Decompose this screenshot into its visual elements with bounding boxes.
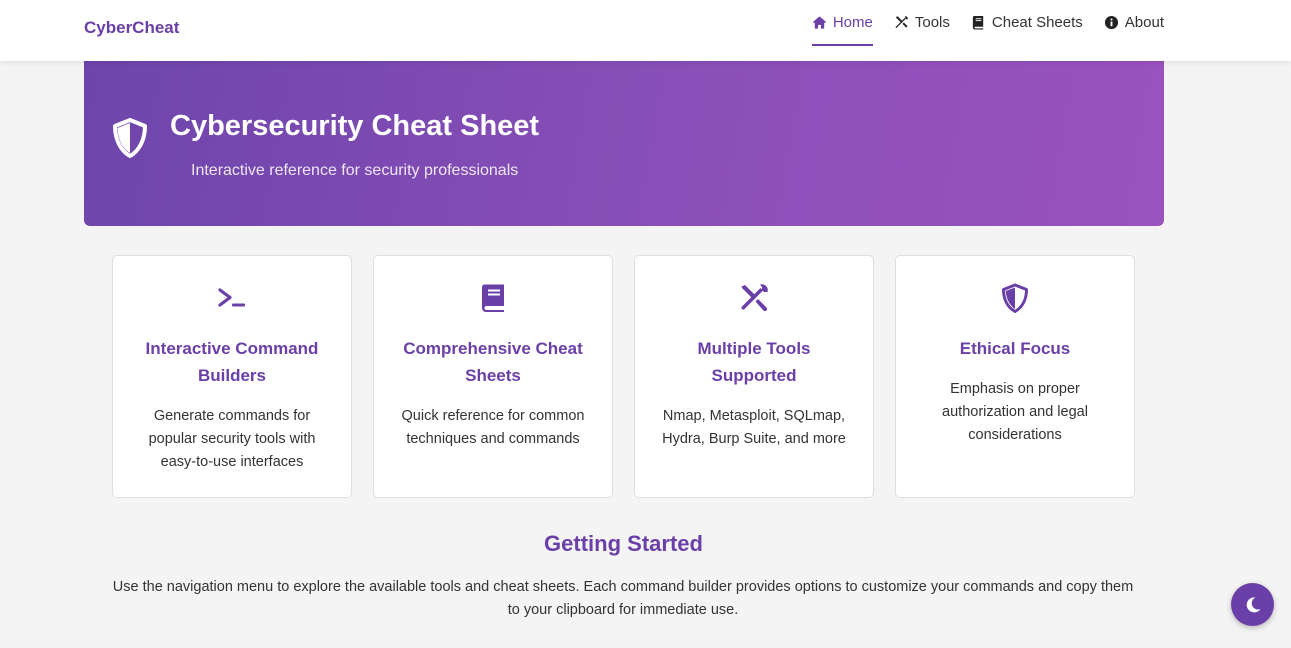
nav-label-tools: Tools	[914, 13, 950, 31]
shield-icon	[113, 118, 147, 158]
home-icon	[812, 15, 826, 29]
tools-icon	[895, 15, 908, 28]
feature-title: Multiple Tools Supported	[697, 339, 811, 385]
feature-title: Ethical Focus	[959, 339, 1071, 358]
nav-label-cheat-sheets: Cheat Sheets	[991, 13, 1083, 31]
feature-description: Emphasis on proper authorization and leg…	[942, 381, 1088, 443]
nav-item-about[interactable]: About	[1104, 0, 1164, 46]
nav-links: Home Tools Cheat Sheets About	[791, 0, 1164, 61]
brand-logo[interactable]: CyberCheat	[84, 18, 179, 38]
hero-title: Cybersecurity Cheat Sheet	[170, 110, 540, 142]
nav-item-cheat-sheets[interactable]: Cheat Sheets	[971, 0, 1083, 46]
feature-description: Nmap, Metasploit, SQLmap, Hydra, Burp Su…	[662, 408, 846, 447]
feature-card-multiple-tools: Multiple Tools Supported Nmap, Metasploi…	[634, 255, 874, 498]
getting-started-title: Getting Started	[544, 531, 703, 556]
terminal-icon	[218, 288, 245, 307]
book-icon	[482, 284, 504, 312]
feature-description: Quick reference for common techniques an…	[401, 408, 585, 447]
nav-item-tools[interactable]: Tools	[894, 0, 950, 46]
feature-card-ethical-focus: Ethical Focus Emphasis on proper authori…	[895, 255, 1135, 498]
feature-card-command-builders: Interactive Command Builders Generate co…	[112, 255, 352, 498]
shield-icon	[1002, 283, 1028, 313]
feature-description: Generate commands for popular security t…	[148, 408, 316, 470]
getting-started-text: Use the navigation menu to explore the a…	[112, 579, 1134, 618]
nav-label-about: About	[1124, 13, 1164, 31]
feature-card-cheat-sheets: Comprehensive Cheat Sheets Quick referen…	[373, 255, 613, 498]
moon-icon	[1246, 596, 1260, 612]
hero-banner: Cybersecurity Cheat Sheet Interactive re…	[84, 61, 1164, 226]
navbar: CyberCheat Home Tools Cheat Sheets About	[0, 0, 1291, 61]
nav-label-home: Home	[832, 13, 873, 31]
theme-toggle-button[interactable]	[1231, 583, 1274, 626]
hero-subtitle: Interactive reference for security profe…	[191, 162, 519, 179]
nav-item-home[interactable]: Home	[811, 0, 873, 46]
book-icon	[972, 15, 984, 30]
info-icon	[1104, 15, 1118, 29]
feature-title: Comprehensive Cheat Sheets	[403, 339, 583, 385]
tools-icon	[741, 284, 768, 312]
feature-title: Interactive Command Builders	[145, 339, 319, 385]
